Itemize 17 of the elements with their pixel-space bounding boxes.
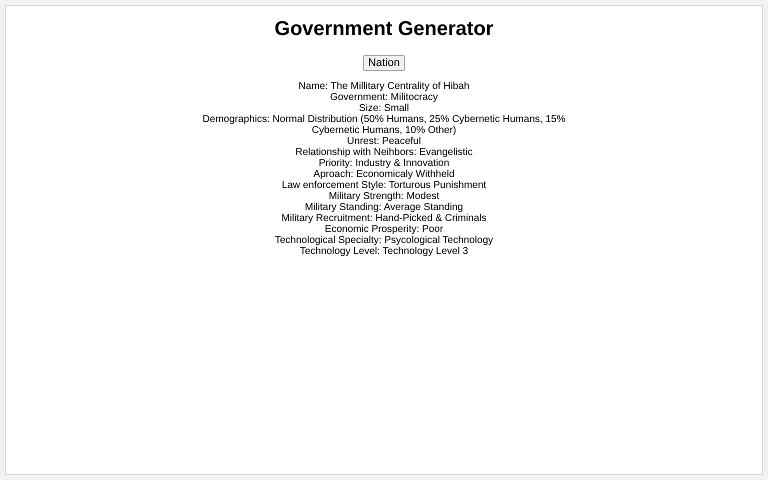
info-line: Aproach: Economicaly Withheld (313, 169, 455, 180)
info-line: Unrest: Peaceful (347, 136, 421, 147)
info-line: Size: Small (358, 103, 409, 114)
info-line: Demographics: Normal Distribution (50% Humans, 25% Cybernetic Humans, 15% Cybernetic Humans, 10% Other) (202, 114, 566, 136)
info-line: Law enforcement Style: Torturous Punishment (282, 180, 486, 191)
info-line: Military Strength: Modest (328, 191, 440, 202)
info-line: Technology Level: Technology Level 3 (300, 246, 468, 257)
page-title: Government Generator (274, 18, 494, 41)
info-line: Military Standing: Average Standing (304, 202, 464, 213)
nation-button[interactable]: Nation (363, 55, 405, 71)
info-line: Relationship with Neihbors: Evangelistic (295, 147, 473, 158)
info-line: Government: Militocracy (330, 92, 438, 103)
info-line: Military Recruitment: Hand-Picked & Criminals (281, 213, 487, 224)
info-line: Priority: Industry & Innovation (318, 158, 450, 169)
info-line: Technological Specialty: Psycological Technology (274, 235, 494, 246)
info-line: Name: The Millitary Centrality of Hibah (298, 81, 470, 92)
info-line: Economic Prosperity: Poor (324, 224, 444, 235)
